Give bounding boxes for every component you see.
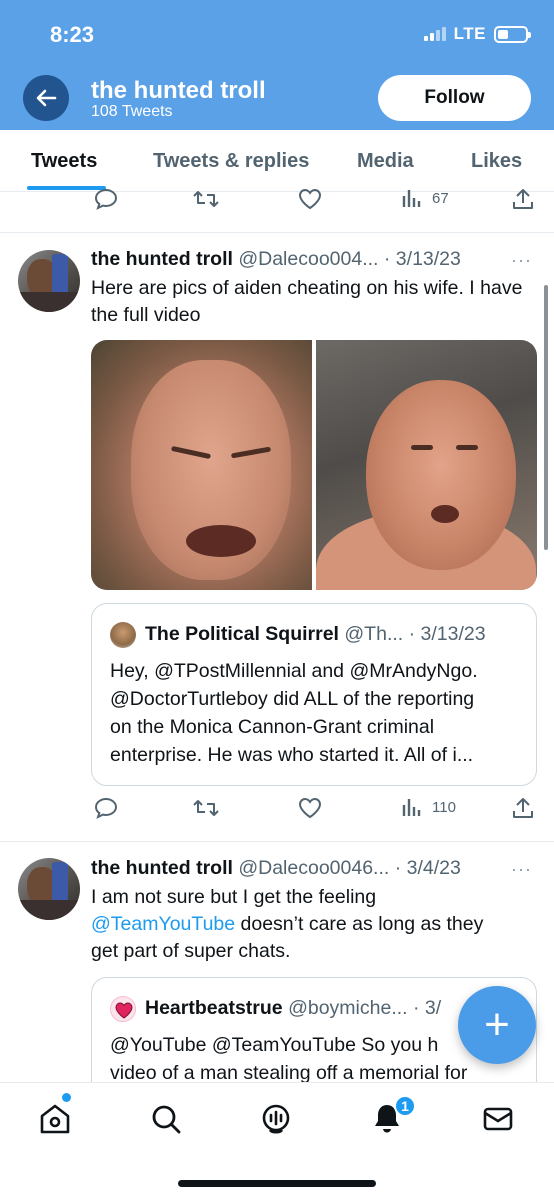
views-icon xyxy=(402,190,421,207)
retweet-button[interactable] xyxy=(193,797,219,819)
quoted-author-handle: @boymiche... xyxy=(288,997,408,1019)
quoted-header: The Political Squirrel @Th... · 3/13/23 xyxy=(145,623,486,646)
more-options-icon[interactable]: ··· xyxy=(511,250,532,271)
notifications-badge: 1 xyxy=(394,1095,416,1117)
share-icon xyxy=(513,798,533,818)
divider xyxy=(0,841,554,842)
share-button[interactable] xyxy=(512,188,534,210)
battery-icon xyxy=(494,25,531,43)
signal-icon xyxy=(423,27,446,41)
more-options-icon[interactable]: ··· xyxy=(511,859,532,880)
tweet-date: · 3/13/23 xyxy=(383,248,461,270)
avatar[interactable] xyxy=(18,250,80,312)
back-button[interactable] xyxy=(23,75,69,121)
nav-messages[interactable] xyxy=(480,1101,516,1137)
views-count: 110 xyxy=(432,798,456,816)
profile-header: 8:23 LTE the hunted troll 108 Tweets Fol… xyxy=(0,0,554,130)
like-icon xyxy=(298,797,322,819)
quoted-tweet[interactable]: The Political Squirrel @Th... · 3/13/23 … xyxy=(91,603,537,786)
like-icon xyxy=(298,188,322,210)
reply-button[interactable] xyxy=(94,188,118,210)
nav-spaces[interactable] xyxy=(258,1101,294,1137)
messages-icon xyxy=(483,1107,513,1131)
reply-icon xyxy=(94,188,118,210)
quoted-avatar xyxy=(110,622,136,648)
tweet-photo[interactable] xyxy=(316,340,537,590)
quoted-text-line: Hey, @TPostMillennial and @MrAndyNgo. xyxy=(110,660,478,682)
tweet-author-handle: @Dalecoo0046... xyxy=(238,857,390,879)
tweet-header: the hunted troll @Dalecoo004... · 3/13/2… xyxy=(91,248,461,271)
status-time: 8:23 xyxy=(50,22,95,47)
like-button[interactable] xyxy=(298,188,322,210)
quoted-author-name: The Political Squirrel xyxy=(145,623,339,645)
divider xyxy=(0,232,554,233)
nav-home[interactable] xyxy=(37,1101,73,1137)
tweet-count: 108 Tweets xyxy=(91,103,173,120)
tweet-text: Here are pics of aiden cheating on his w… xyxy=(91,277,523,326)
quoted-text-line: @DoctorTurtleboy did ALL of the reportin… xyxy=(110,688,475,710)
spaces-icon xyxy=(262,1104,290,1134)
tweet-date: · 3/4/23 xyxy=(394,857,461,879)
tweet-text-line: get part of super chats. xyxy=(91,940,291,962)
tweet-photo[interactable] xyxy=(91,340,312,590)
quoted-author-name: Heartbeatstrue xyxy=(145,997,283,1019)
avatar[interactable] xyxy=(18,858,80,920)
tab-tweets[interactable]: Tweets xyxy=(31,150,97,173)
mention-link[interactable]: @TeamYouTube xyxy=(91,913,235,935)
tweet-header: the hunted troll @Dalecoo0046... · 3/4/2… xyxy=(91,857,461,880)
quoted-text-line: on the Monica Cannon-Grant criminal xyxy=(110,716,435,738)
quoted-header: Heartbeatstrue @boymiche... · 3/ xyxy=(145,997,441,1020)
network-label: LTE xyxy=(453,24,486,43)
home-indicator xyxy=(178,1180,376,1187)
share-icon xyxy=(513,189,533,209)
home-unread-dot xyxy=(62,1093,71,1102)
reply-icon xyxy=(94,797,118,819)
nav-search[interactable] xyxy=(148,1101,184,1137)
search-icon xyxy=(152,1105,181,1134)
compose-tweet-button[interactable]: + xyxy=(458,986,536,1064)
heart-icon xyxy=(115,1002,133,1019)
follow-button[interactable]: Follow xyxy=(378,75,531,121)
like-button[interactable] xyxy=(298,797,322,819)
views-button[interactable]: 110 xyxy=(402,797,456,817)
tweet-actions: 67 xyxy=(0,188,554,218)
retweet-icon xyxy=(193,191,219,207)
views-icon xyxy=(402,799,421,816)
tweet-text-fragment: doesn’t care as long as they xyxy=(235,913,484,935)
tweet-author-handle: @Dalecoo004... xyxy=(238,248,379,270)
tweet-text-line: @TeamYouTube doesn’t care as long as the… xyxy=(91,911,531,938)
quoted-text-line: enterprise. He was who started it. All o… xyxy=(110,744,474,766)
quoted-avatar xyxy=(110,996,136,1022)
tweet-author-name[interactable]: the hunted troll xyxy=(91,248,233,270)
tab-likes[interactable]: Likes xyxy=(471,150,522,173)
tweet-author-name[interactable]: the hunted troll xyxy=(91,857,233,879)
profile-tabs: Tweets Tweets & replies Media Likes xyxy=(0,130,554,192)
retweet-button[interactable] xyxy=(193,188,219,210)
retweet-icon xyxy=(193,800,219,816)
tweet-media[interactable] xyxy=(91,340,537,590)
tweet-actions: 110 xyxy=(0,797,554,827)
quoted-date: · 3/ xyxy=(413,997,442,1019)
reply-button[interactable] xyxy=(94,797,118,819)
scrollbar[interactable] xyxy=(544,285,548,550)
tab-media[interactable]: Media xyxy=(357,150,414,173)
tweet-text-line: I am not sure but I get the feeling xyxy=(91,886,377,908)
back-arrow-icon xyxy=(36,89,57,107)
home-icon xyxy=(40,1104,70,1134)
share-button[interactable] xyxy=(512,797,534,819)
quoted-author-handle: @Th... xyxy=(344,623,404,645)
views-button[interactable]: 67 xyxy=(402,188,449,208)
profile-name: the hunted troll xyxy=(91,77,266,104)
quoted-date: · 3/13/23 xyxy=(408,623,486,645)
tab-tweets-replies[interactable]: Tweets & replies xyxy=(153,150,309,173)
status-indicators: LTE xyxy=(423,24,531,44)
views-count: 67 xyxy=(432,189,449,207)
